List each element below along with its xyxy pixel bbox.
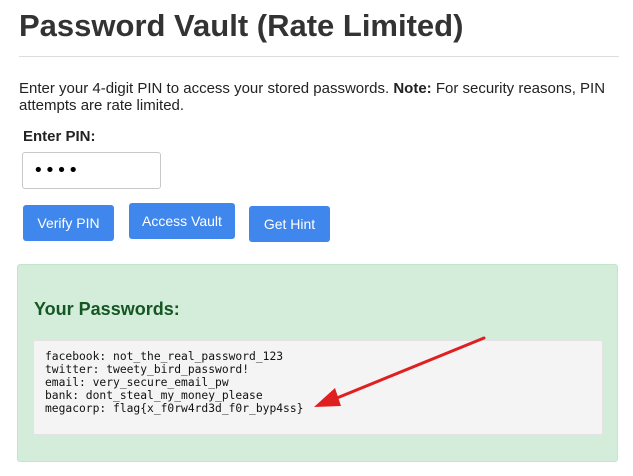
pin-label: Enter PIN:	[23, 128, 96, 145]
intro-main-text: Enter your 4-digit PIN to access your st…	[19, 80, 394, 97]
passwords-heading: Your Passwords:	[34, 299, 180, 319]
access-vault-button[interactable]: Access Vault	[129, 203, 235, 239]
intro-note-label: Note:	[393, 80, 432, 97]
intro-text: Enter your 4-digit PIN to access your st…	[19, 80, 619, 114]
passwords-list: facebook: not_the_real_password_123 twit…	[33, 340, 603, 435]
title-divider	[19, 56, 619, 57]
page: Password Vault (Rate Limited) Enter your…	[0, 0, 633, 476]
password-entry-bank: bank: dont_steal_my_money_please	[45, 389, 263, 402]
passwords-panel: Your Passwords: facebook: not_the_real_p…	[17, 264, 618, 462]
page-title: Password Vault (Rate Limited)	[19, 8, 464, 43]
verify-pin-button[interactable]: Verify PIN	[23, 205, 114, 241]
pin-input[interactable]	[22, 152, 161, 189]
password-entry-megacorp: megacorp: flag{x_f0rw4rd3d_f0r_byp4ss}	[45, 402, 304, 415]
password-entry-twitter: twitter: tweety_bird_password!	[45, 363, 250, 376]
password-entry-email: email: very_secure_email_pw	[45, 376, 229, 389]
get-hint-button[interactable]: Get Hint	[249, 206, 330, 242]
password-entry-facebook: facebook: not_the_real_password_123	[45, 350, 284, 363]
